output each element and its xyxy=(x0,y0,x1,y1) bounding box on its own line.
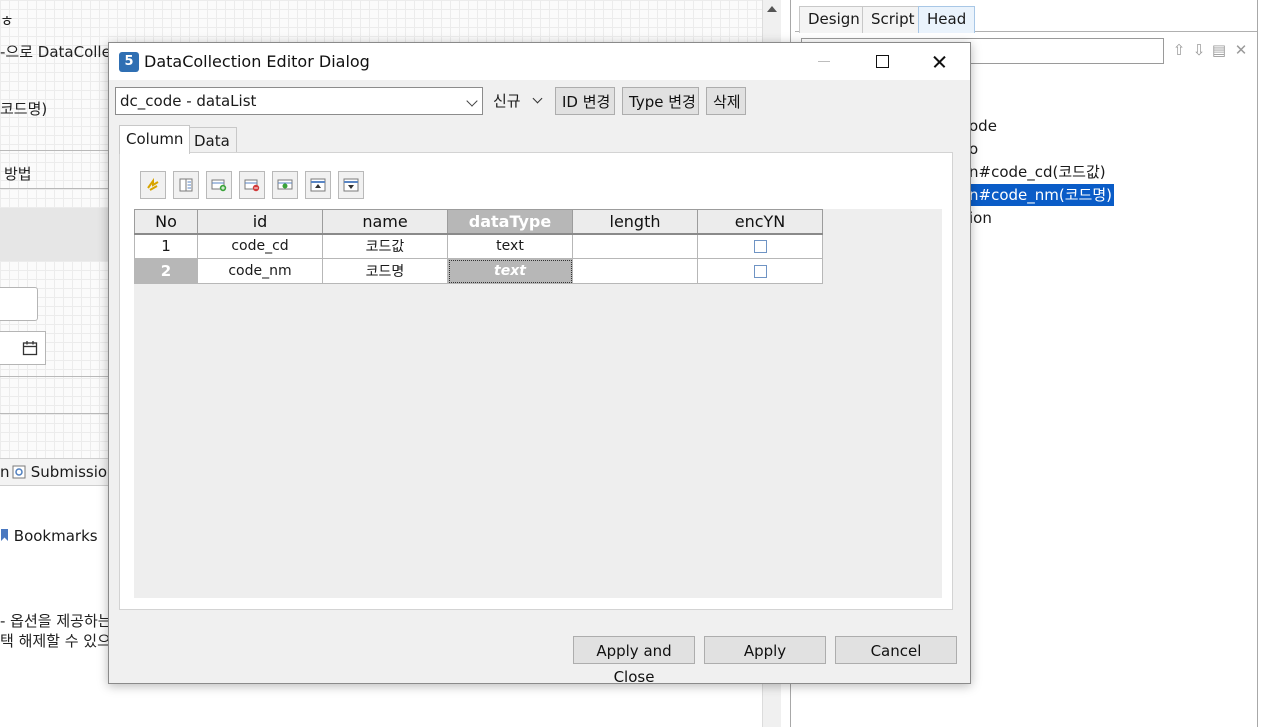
chevron-down-icon[interactable] xyxy=(532,93,543,104)
calendar-icon xyxy=(22,341,38,356)
tab-design[interactable]: Design xyxy=(799,6,869,33)
dialog-title: DataCollection Editor Dialog xyxy=(144,52,370,71)
column-header-no[interactable]: No xyxy=(134,209,198,235)
divider xyxy=(0,413,120,414)
cancel-button[interactable]: Cancel xyxy=(835,636,957,664)
description-text: 택 해제할 수 있으 xyxy=(0,632,111,650)
canvas-text: ㅎ xyxy=(0,12,14,30)
maximize-button[interactable] xyxy=(858,43,904,80)
bookmark-icon xyxy=(1,529,8,541)
datacollection-editor-dialog: 5 DataCollection Editor Dialog dc_code -… xyxy=(108,42,971,686)
arrow-down-icon[interactable]: ⇩ xyxy=(1191,41,1207,59)
close-icon[interactable]: ✕ xyxy=(1233,41,1249,59)
close-button[interactable] xyxy=(916,43,962,80)
tab-head[interactable]: Head xyxy=(918,6,976,33)
column-header-name[interactable]: name xyxy=(322,209,448,235)
canvas-text: 방법 xyxy=(4,165,32,183)
column-panel: No id name dataType length encYN 1 code_… xyxy=(119,152,953,610)
column-header-encyn[interactable]: encYN xyxy=(697,209,823,235)
column-header-id[interactable]: id xyxy=(197,209,323,235)
description-text: - 옵션을 제공하는 xyxy=(0,612,112,630)
panel-tabs: Design Script Head xyxy=(795,4,1257,33)
cell-name[interactable]: 코드명 xyxy=(322,258,448,284)
view-tab[interactable]: n xyxy=(0,459,10,486)
column-header-length[interactable]: length xyxy=(572,209,698,235)
divider xyxy=(0,376,120,377)
apply-button[interactable]: Apply xyxy=(704,636,826,664)
column-grid: No id name dataType length encYN 1 code_… xyxy=(134,209,942,598)
encyn-checkbox[interactable] xyxy=(753,264,767,278)
submission-tab[interactable]: Submission xyxy=(12,459,117,486)
add-column-icon[interactable] xyxy=(206,171,232,199)
tab-column[interactable]: Column xyxy=(119,125,191,154)
canvas-text: -으로 DataColle xyxy=(0,43,111,61)
canvas-input[interactable] xyxy=(0,287,38,321)
submission-label: Submission xyxy=(30,463,117,481)
cell-id[interactable]: code_nm xyxy=(197,258,323,284)
cell-datatype[interactable]: text xyxy=(447,233,573,259)
tree-item-selected[interactable]: n#code_nm(코드명) xyxy=(969,184,1114,206)
move-up-icon[interactable] xyxy=(305,171,331,199)
scroll-up-icon[interactable] xyxy=(767,6,777,12)
move-down-icon[interactable] xyxy=(338,171,364,199)
column-list-icon[interactable] xyxy=(173,171,199,199)
cell-datatype-focused[interactable]: text xyxy=(447,258,573,284)
app-icon: 5 xyxy=(119,52,139,72)
column-header-datatype[interactable]: dataType xyxy=(447,209,573,235)
edit-column-icon[interactable] xyxy=(272,171,298,199)
canvas-text: 코드명) xyxy=(0,100,48,118)
row-number: 1 xyxy=(134,233,198,259)
encyn-checkbox[interactable] xyxy=(753,239,767,253)
cell-name[interactable]: 코드값 xyxy=(322,233,448,259)
tree-item[interactable]: n#code_cd(코드값) xyxy=(969,161,1106,183)
tab-data[interactable]: Data xyxy=(187,127,237,154)
remove-column-icon[interactable] xyxy=(239,171,265,199)
delete-button[interactable]: 삭제 xyxy=(706,87,746,115)
cell-encyn xyxy=(697,258,823,284)
chevron-down-icon xyxy=(466,95,478,107)
dialog-titlebar[interactable]: 5 DataCollection Editor Dialog xyxy=(109,43,970,80)
change-type-button[interactable]: Type 변경 xyxy=(622,87,699,115)
collection-select-value: dc_code - dataList xyxy=(120,92,257,110)
arrow-up-icon[interactable]: ⇧ xyxy=(1171,41,1187,59)
minimize-button[interactable] xyxy=(801,43,847,80)
date-input[interactable] xyxy=(0,331,46,365)
tree-item[interactable]: ion xyxy=(969,207,992,229)
cell-encyn xyxy=(697,233,823,259)
new-menu[interactable]: 신규 xyxy=(493,90,521,111)
bookmarks-tab[interactable]: Bookmarks xyxy=(0,527,98,545)
refresh-icon[interactable] xyxy=(140,171,166,199)
cell-id[interactable]: code_cd xyxy=(197,233,323,259)
list-icon[interactable]: ▤ xyxy=(1211,41,1227,59)
change-id-button[interactable]: ID 변경 xyxy=(555,87,615,115)
tree-item[interactable]: ode xyxy=(969,115,997,137)
bookmarks-label: Bookmarks xyxy=(13,527,98,545)
submission-icon xyxy=(12,465,26,479)
column-table: No id name dataType length encYN 1 code_… xyxy=(134,209,823,284)
table-row[interactable]: 1 code_cd 코드값 text xyxy=(134,233,823,259)
row-number: 2 xyxy=(134,258,198,284)
cell-length[interactable] xyxy=(572,233,698,259)
table-row[interactable]: 2 code_nm 코드명 text xyxy=(134,258,823,284)
divider xyxy=(0,188,120,189)
canvas-band xyxy=(0,208,120,261)
tab-script[interactable]: Script xyxy=(862,6,924,33)
divider xyxy=(0,150,120,151)
apply-and-close-button[interactable]: Apply and Close xyxy=(573,636,695,686)
cell-length[interactable] xyxy=(572,258,698,284)
collection-select[interactable]: dc_code - dataList xyxy=(115,87,483,115)
